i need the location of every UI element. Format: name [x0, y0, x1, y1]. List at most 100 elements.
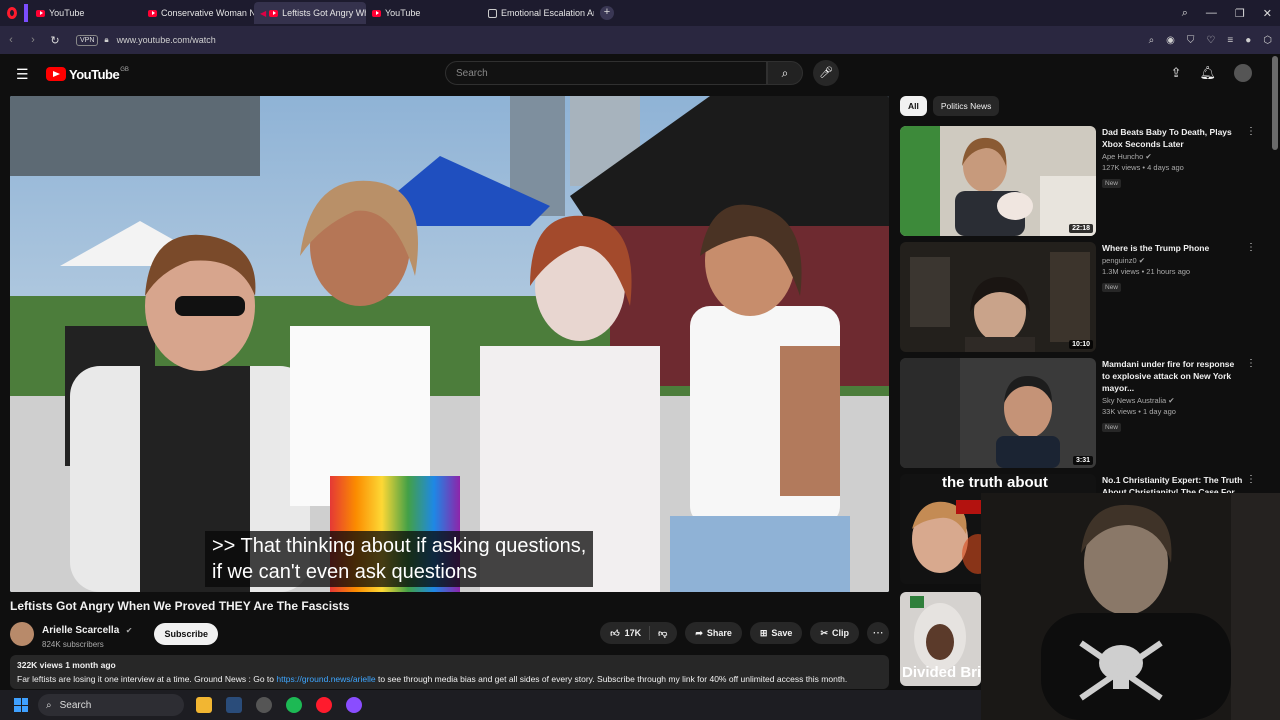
- window-controls: ⌕ — ❐ ✕: [1182, 0, 1272, 26]
- channel-avatar[interactable]: [10, 622, 34, 646]
- voice-search-button[interactable]: 🎤︎: [813, 60, 839, 86]
- save-button[interactable]: ⊞ Save: [749, 622, 803, 644]
- profile-icon[interactable]: ●: [1245, 35, 1251, 46]
- video-thumbnail[interactable]: Divided Bri: [900, 592, 981, 686]
- filter-chips: All Politics News: [900, 96, 1000, 116]
- video-actions: 👍︎ 17K 👎︎ ➦ Share ⊞ Save ✂ Clip ⋯: [600, 622, 889, 644]
- camera-icon[interactable]: ◉: [1166, 35, 1175, 46]
- guide-menu-icon[interactable]: ☰: [16, 66, 36, 83]
- url-field[interactable]: www.youtube.com/watch: [117, 35, 216, 45]
- share-button[interactable]: ➦ Share: [685, 622, 742, 644]
- new-tab-button[interactable]: +: [600, 6, 614, 20]
- search-input[interactable]: Search: [445, 61, 767, 85]
- youtube-play-icon: [46, 67, 66, 81]
- youtube-favicon-icon: [148, 9, 157, 17]
- video-owner: Arielle Scarcella ✔ 824K subscribers Sub…: [10, 620, 218, 649]
- maximize-icon[interactable]: ❐: [1235, 7, 1245, 20]
- forward-icon[interactable]: ›: [22, 34, 44, 46]
- chip-all[interactable]: All: [900, 96, 927, 116]
- recommendation-title[interactable]: Dad Beats Baby To Death, Plays Xbox Seco…: [1102, 126, 1244, 150]
- close-icon[interactable]: ✕: [1263, 7, 1272, 20]
- opera-gx-icon[interactable]: [346, 697, 362, 713]
- more-vertical-icon[interactable]: ⋮: [1246, 358, 1256, 369]
- recommendation-title[interactable]: Where is the Trump Phone: [1102, 242, 1244, 254]
- video-frame: [10, 96, 889, 592]
- recommendation-channel: Sky News Australia ✔: [1102, 396, 1175, 405]
- video-thumbnail[interactable]: 22:18: [900, 126, 1096, 236]
- verified-icon: ✔: [125, 625, 133, 635]
- channel-info: Arielle Scarcella ✔ 824K subscribers: [42, 620, 132, 649]
- steam-icon[interactable]: [226, 697, 242, 713]
- description-box[interactable]: 322K views 1 month ago Far leftists are …: [10, 655, 889, 689]
- clip-button[interactable]: ✂ Clip: [810, 622, 859, 644]
- tab-youtube-1[interactable]: YouTube: [30, 2, 142, 24]
- vpn-badge[interactable]: VPN: [76, 34, 99, 46]
- recommendation-item[interactable]: 22:18 Dad Beats Baby To Death, Plays Xbo…: [900, 126, 1260, 238]
- more-actions-button[interactable]: ⋯: [867, 622, 889, 644]
- opera-icon[interactable]: [316, 697, 332, 713]
- clip-label: Clip: [832, 628, 849, 638]
- tab-youtube-2[interactable]: YouTube: [366, 2, 482, 24]
- minimize-icon[interactable]: —: [1206, 7, 1217, 19]
- windows-start-icon[interactable]: [14, 698, 28, 712]
- youtube-favicon-icon: [372, 9, 381, 17]
- dislike-button[interactable]: 👎︎: [650, 628, 677, 639]
- recommendation-stats: 1.3M views • 21 hours ago: [1102, 267, 1191, 276]
- opera-logo-icon[interactable]: [0, 0, 24, 26]
- recommendation-channel: penguinz0 ✔: [1102, 256, 1146, 265]
- channel-name[interactable]: Arielle Scarcella: [42, 625, 119, 636]
- tab-search-icon[interactable]: ⌕: [1182, 7, 1188, 20]
- scrollbar[interactable]: [1272, 56, 1278, 150]
- tab-conservative-woman[interactable]: Conservative Woman NOT: [142, 2, 254, 24]
- heart-icon[interactable]: ♡: [1206, 35, 1215, 46]
- microphone-icon: 🎤︎: [819, 67, 833, 79]
- recommendation-title[interactable]: Mamdani under fire for response to explo…: [1102, 358, 1244, 394]
- menu-icon[interactable]: ≡: [1227, 35, 1233, 46]
- spotify-icon[interactable]: [286, 697, 302, 713]
- description-link[interactable]: https://ground.news/arielle: [276, 674, 375, 684]
- tab-emotional-escalation[interactable]: Emotional Escalation Anal: [482, 2, 594, 24]
- app-icon[interactable]: [256, 697, 272, 713]
- search-page-icon[interactable]: ⌕: [1149, 35, 1155, 46]
- caption-line-2: if we can't even ask questions: [212, 561, 478, 583]
- taskbar-search[interactable]: ⌕ Search: [38, 694, 184, 716]
- recommendation-stats: 127K views • 4 days ago: [1102, 163, 1184, 172]
- file-explorer-icon[interactable]: [196, 697, 212, 713]
- new-badge: New: [1102, 179, 1122, 188]
- verified-icon: ✔: [1138, 256, 1146, 265]
- search-icon: ⌕: [46, 699, 52, 711]
- extension-icon[interactable]: ⬡: [1263, 35, 1272, 46]
- thumbnail-image: [900, 358, 1096, 468]
- tab-leftists-got-angry[interactable]: ◀ Leftists Got Angry Wh: [254, 2, 366, 24]
- upload-icon[interactable]: ⇪: [1171, 65, 1182, 81]
- generic-favicon-icon: [488, 8, 497, 18]
- video-duration: 3:31: [1072, 456, 1093, 465]
- lock-icon[interactable]: 🔒︎: [104, 35, 108, 45]
- recommendation-item[interactable]: 3:31 Mamdani under fire for response to …: [900, 358, 1260, 470]
- more-vertical-icon[interactable]: ⋮: [1246, 242, 1256, 253]
- more-vertical-icon[interactable]: ⋮: [1246, 126, 1256, 137]
- description-prefix: Far leftists are losing it one interview…: [17, 674, 277, 684]
- subscriber-count: 824K subscribers: [42, 639, 104, 649]
- account-avatar[interactable]: [1234, 64, 1252, 82]
- subscribe-button[interactable]: Subscribe: [154, 623, 218, 645]
- video-caption: >> That thinking about if asking questio…: [205, 531, 594, 587]
- video-title: Leftists Got Angry When We Proved THEY A…: [10, 599, 350, 613]
- youtube-logo[interactable]: YouTube GB: [46, 67, 129, 82]
- video-thumbnail[interactable]: 3:31: [900, 358, 1096, 468]
- taskbar-apps: [196, 697, 362, 713]
- back-icon[interactable]: ‹: [0, 34, 22, 46]
- audio-playing-icon[interactable]: ◀: [260, 9, 266, 18]
- recommendation-item[interactable]: 10:10 Where is the Trump Phone penguinz0…: [900, 242, 1260, 354]
- search-button[interactable]: ⌕: [767, 61, 803, 85]
- notifications-bell-icon[interactable]: 🔔︎: [1199, 65, 1216, 81]
- more-vertical-icon[interactable]: ⋮: [1246, 474, 1256, 485]
- shield-icon[interactable]: ⛉: [1187, 35, 1195, 46]
- video-player[interactable]: >> That thinking about if asking questio…: [10, 96, 889, 592]
- like-button[interactable]: 👍︎ 17K: [600, 626, 651, 640]
- video-thumbnail[interactable]: 10:10: [900, 242, 1096, 352]
- chip-politics-news[interactable]: Politics News: [932, 96, 1000, 116]
- recommendation-meta: Dad Beats Baby To Death, Plays Xbox Seco…: [1102, 126, 1244, 190]
- reload-icon[interactable]: ↻: [44, 34, 66, 47]
- sidebar-accent: [24, 4, 28, 22]
